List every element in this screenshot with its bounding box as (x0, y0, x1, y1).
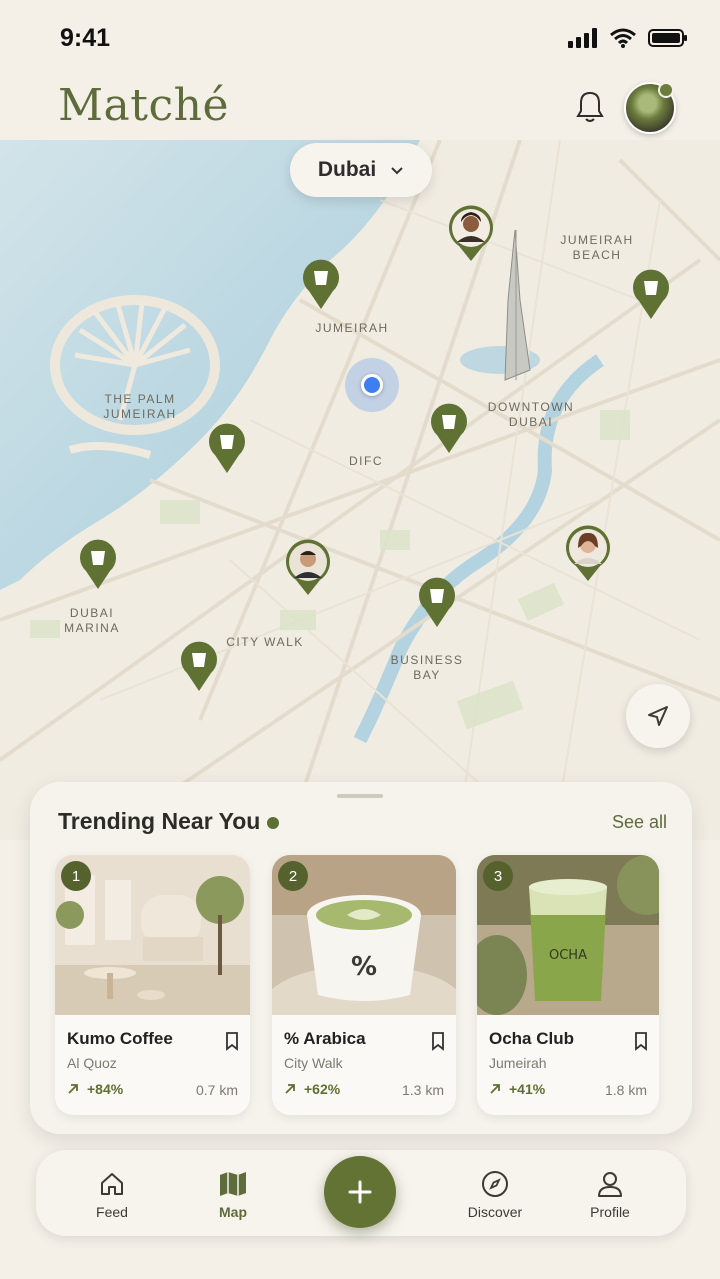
map-label-marina: DUBAI MARINA (64, 606, 120, 635)
live-dot (267, 817, 279, 829)
app-logo: Matché (58, 80, 229, 131)
cafe-name: Kumo Coffee (67, 1029, 173, 1048)
map-label-jumeirah-beach: JUMEIRAH BEACH (560, 233, 634, 262)
plus-icon (348, 1180, 372, 1204)
city-name: Dubai (317, 158, 377, 181)
rank-badge: 1 (61, 861, 91, 891)
tab-map[interactable]: Map (188, 1170, 278, 1220)
friend-pin[interactable] (284, 538, 332, 596)
rank-badge: 2 (278, 861, 308, 891)
cafe-location: City Walk (284, 1055, 343, 1071)
cafe-pin[interactable] (417, 576, 457, 628)
status-icons (568, 28, 688, 48)
city-selector[interactable]: Dubai (290, 143, 432, 197)
cafe-name: % Arabica (284, 1029, 366, 1048)
tab-discover[interactable]: Discover (450, 1170, 540, 1220)
cafe-location: Jumeirah (489, 1055, 547, 1071)
map-label-city-walk: CITY WALK (226, 635, 304, 649)
cafe-pin[interactable] (179, 640, 219, 692)
tab-profile[interactable]: Profile (565, 1170, 655, 1220)
trend-stat: +41% (489, 1081, 545, 1097)
cafe-distance: 0.7 km (195, 1082, 238, 1098)
compass-icon (482, 1171, 508, 1197)
rank-badge: 3 (483, 861, 513, 891)
bookmark-icon[interactable] (224, 1031, 240, 1051)
tab-feed[interactable]: Feed (67, 1170, 157, 1220)
cafe-name: Ocha Club (489, 1029, 575, 1048)
trend-up-icon (285, 1084, 295, 1094)
cafe-card[interactable]: OCHA 3 Ocha Club Jumeirah +41% 1.8 km (477, 855, 659, 1115)
trending-title: Trending Near You (58, 808, 261, 834)
cafe-pin[interactable] (207, 422, 247, 474)
cafe-pin[interactable] (301, 258, 341, 310)
map-label-downtown: DOWNTOWN DUBAI (487, 400, 575, 429)
bookmark-icon[interactable] (633, 1031, 649, 1051)
trend-stat: +62% (284, 1081, 340, 1097)
cafe-distance: 1.3 km (401, 1082, 444, 1098)
current-location-dot (361, 374, 383, 396)
add-button[interactable] (324, 1156, 396, 1228)
trend-up-icon (490, 1084, 500, 1094)
map-label-jumeirah: JUMEIRAH (315, 321, 389, 335)
see-all-link[interactable]: See all (612, 812, 667, 833)
cafe-pin[interactable] (631, 268, 671, 320)
cafe-location: Al Quoz (67, 1055, 117, 1071)
bookmark-icon[interactable] (430, 1031, 446, 1051)
status-time: 9:41 (60, 24, 111, 52)
wifi-icon (610, 28, 636, 48)
friend-pin[interactable] (447, 204, 495, 262)
navigation-arrow-icon (648, 706, 668, 726)
trend-stat: +84% (67, 1081, 123, 1097)
cafe-card[interactable]: 1 Kumo Coffee Al Quoz +84% 0.7 km (55, 855, 250, 1115)
cafe-distance: 1.8 km (604, 1082, 647, 1098)
battery-icon (648, 29, 687, 47)
bell-icon[interactable] (574, 90, 606, 124)
map-label-difc: DIFC (349, 454, 383, 468)
svg-text:OCHA: OCHA (549, 948, 587, 963)
chevron-down-icon (391, 166, 403, 174)
map-icon (220, 1172, 246, 1196)
cafe-pin[interactable] (78, 538, 118, 590)
cafe-pin[interactable] (429, 402, 469, 454)
map-label-business-bay: BUSINESS BAY (390, 653, 464, 682)
svg-text:%: % (351, 952, 377, 982)
online-status-dot (658, 82, 674, 98)
sheet-handle[interactable] (337, 794, 383, 798)
map-label-palm: THE PALM JUMEIRAH (103, 392, 177, 421)
friend-pin[interactable] (564, 524, 612, 582)
trend-up-icon (68, 1084, 78, 1094)
home-icon (101, 1173, 123, 1195)
person-icon (598, 1172, 622, 1197)
locate-me-button[interactable] (626, 684, 690, 748)
cafe-card[interactable]: % 2 % Arabica City Walk +62% 1.3 km (272, 855, 456, 1115)
signal-icon (568, 28, 597, 48)
